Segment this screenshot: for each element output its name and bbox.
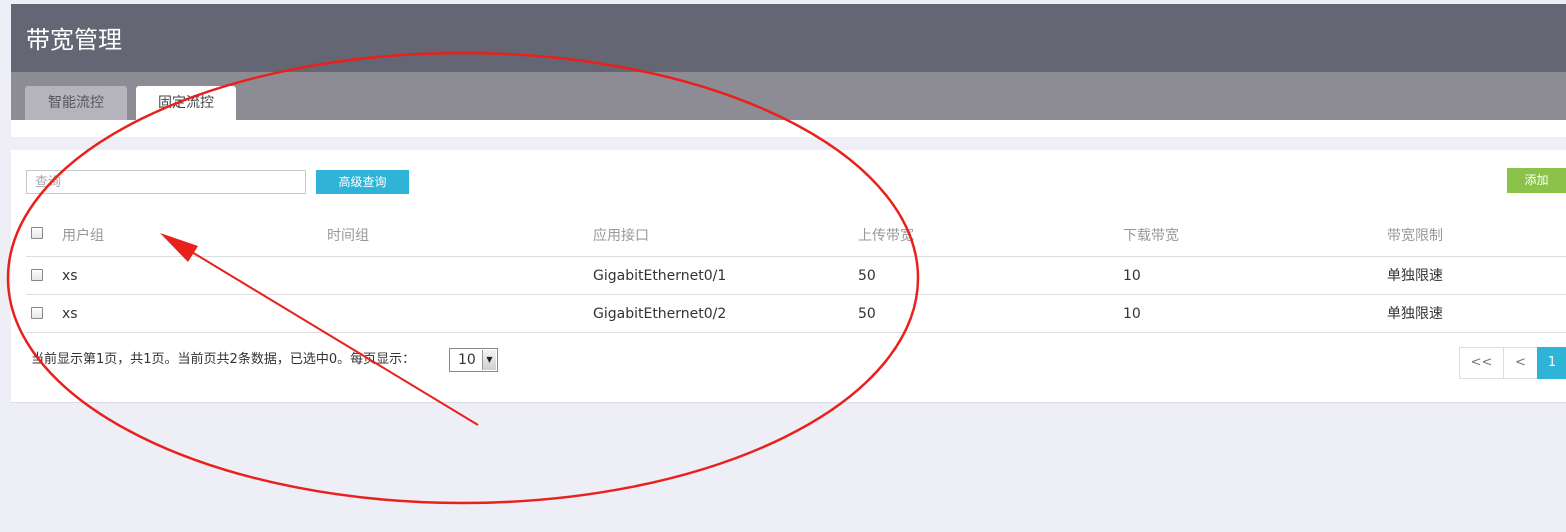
column-header-time-group: 时间组 [327,228,369,244]
pagination: << < 1 [1459,347,1566,379]
chevron-down-icon: ▼ [482,350,496,370]
table-row[interactable]: xs GigabitEthernet0/1 50 10 单独限速 [26,257,1566,295]
cell-interface: GigabitEthernet0/1 [593,268,727,284]
current-page-button[interactable]: 1 [1537,347,1566,379]
bandwidth-table: 用户组 时间组 应用接口 上传带宽 下载带宽 带宽限制 xs GigabitEt… [26,217,1566,333]
pagination-status: 当前显示第1页，共1页。当前页共2条数据，已选中0。每页显示： [31,352,416,367]
cell-user-group: xs [62,268,78,284]
previous-page-button[interactable]: < [1503,347,1538,379]
cell-download: 10 [1123,268,1141,284]
column-header-upload: 上传带宽 [858,228,914,244]
add-button[interactable]: 添加 [1507,168,1566,193]
tab-content-strip [11,120,1566,137]
cell-interface: GigabitEthernet0/2 [593,306,727,322]
select-all-checkbox[interactable] [31,227,43,239]
page-size-select[interactable]: 10 ▼ [449,348,498,372]
cell-upload: 50 [858,306,876,322]
column-header-user-group: 用户组 [62,228,104,244]
row-checkbox[interactable] [31,269,43,281]
table-row[interactable]: xs GigabitEthernet0/2 50 10 单独限速 [26,295,1566,333]
advanced-search-button[interactable]: 高级查询 [316,170,409,194]
search-input[interactable] [26,170,306,194]
cell-limit: 单独限速 [1387,306,1443,322]
row-checkbox[interactable] [31,307,43,319]
column-header-download: 下载带宽 [1123,228,1179,244]
first-page-button[interactable]: << [1459,347,1504,379]
table-header-row: 用户组 时间组 应用接口 上传带宽 下载带宽 带宽限制 [26,217,1566,257]
page-size-value: 10 [458,352,476,368]
content-panel: 高级查询 添加 用户组 时间组 应用接口 上传带宽 下载带宽 带宽限制 xs G… [11,150,1566,403]
cell-user-group: xs [62,306,78,322]
tab-bar: 智能流控 固定流控 [11,72,1566,120]
page-header: 带宽管理 [11,4,1566,72]
cell-limit: 单独限速 [1387,268,1443,284]
cell-download: 10 [1123,306,1141,322]
column-header-limit: 带宽限制 [1387,228,1443,244]
cell-upload: 50 [858,268,876,284]
column-header-interface: 应用接口 [593,228,649,244]
tab-fixed-flow-control[interactable]: 固定流控 [136,86,236,120]
tab-smart-flow-control[interactable]: 智能流控 [25,86,127,120]
page-title: 带宽管理 [26,26,122,54]
